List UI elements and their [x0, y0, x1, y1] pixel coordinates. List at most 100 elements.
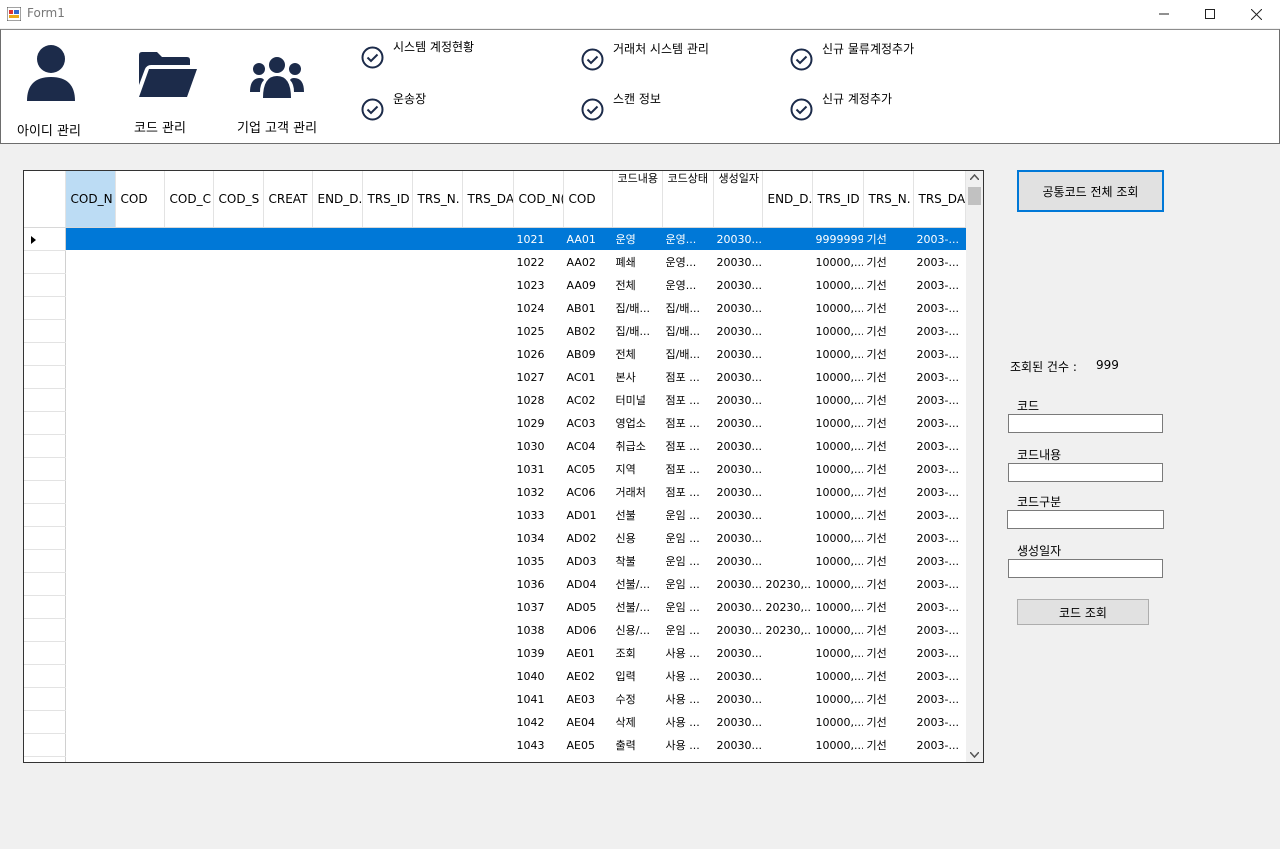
table-cell[interactable] — [362, 756, 413, 762]
column-header[interactable]: COD_N — [65, 171, 116, 228]
table-cell[interactable]: 기선 — [863, 710, 914, 734]
table-cell[interactable] — [213, 733, 264, 757]
table-cell[interactable]: 점포 ... — [662, 434, 714, 458]
table-cell[interactable]: 기선 — [863, 526, 914, 550]
table-cell[interactable] — [263, 549, 313, 573]
table-cell[interactable]: 10000,... — [812, 710, 864, 734]
table-cell[interactable]: 1033 — [513, 503, 564, 527]
table-cell[interactable] — [412, 549, 463, 573]
table-cell[interactable]: 지역 — [612, 457, 663, 481]
table-cell[interactable]: 점포 ... — [662, 411, 714, 435]
table-cell[interactable] — [662, 756, 714, 762]
table-cell[interactable]: 2003-... — [913, 388, 966, 412]
table-cell[interactable]: 10000,... — [812, 572, 864, 596]
table-cell[interactable] — [312, 572, 363, 596]
table-row[interactable] — [24, 756, 966, 762]
table-cell[interactable] — [115, 572, 165, 596]
check-new-account[interactable]: 신규 계정추가 — [790, 92, 892, 121]
table-cell[interactable] — [762, 687, 813, 711]
minimize-button[interactable] — [1141, 0, 1187, 28]
table-cell[interactable] — [263, 733, 313, 757]
table-cell[interactable]: 전체 — [612, 273, 663, 297]
table-cell[interactable]: 운임 ... — [662, 572, 714, 596]
table-cell[interactable] — [312, 733, 363, 757]
table-row[interactable]: 1026 AB09 전체 집/배... 20030... 10000,... 기선 2003-… — [24, 342, 966, 366]
table-cell[interactable]: 20030... — [713, 641, 763, 665]
table-cell[interactable]: 점포 ... — [662, 388, 714, 412]
table-cell[interactable] — [115, 227, 165, 251]
table-cell[interactable]: AC04 — [563, 434, 613, 458]
table-cell[interactable]: 1039 — [513, 641, 564, 665]
table-cell[interactable]: 1023 — [513, 273, 564, 297]
table-row[interactable]: 1036 AD04 선불/... 운임 ... 20030... 20230,... 100… — [24, 572, 966, 596]
column-header[interactable]: END_D. — [312, 171, 363, 228]
table-cell[interactable]: 취급소 — [612, 434, 663, 458]
row-header[interactable] — [24, 733, 66, 757]
table-cell[interactable]: 점포 ... — [662, 457, 714, 481]
table-cell[interactable]: 10000,... — [812, 250, 864, 274]
table-cell[interactable]: 10000,... — [812, 664, 864, 688]
table-cell[interactable] — [412, 411, 463, 435]
table-cell[interactable]: 20030... — [713, 227, 763, 251]
table-cell[interactable]: 20030... — [713, 434, 763, 458]
table-cell[interactable] — [213, 664, 264, 688]
scroll-down-icon[interactable] — [970, 752, 979, 758]
table-cell[interactable] — [263, 273, 313, 297]
table-cell[interactable]: 운영... — [662, 227, 714, 251]
table-cell[interactable] — [362, 526, 413, 550]
table-cell[interactable] — [164, 365, 214, 389]
column-header[interactable]: COD_N( — [513, 171, 564, 228]
table-cell[interactable]: 1041 — [513, 687, 564, 711]
table-cell[interactable]: 10000,... — [812, 549, 864, 573]
table-cell[interactable]: 2003-... — [913, 710, 966, 734]
table-cell[interactable] — [362, 365, 413, 389]
table-cell[interactable]: 1024 — [513, 296, 564, 320]
code-search-button[interactable]: 코드 조회 — [1017, 599, 1149, 625]
table-cell[interactable]: 1032 — [513, 480, 564, 504]
table-cell[interactable] — [462, 733, 514, 757]
table-cell[interactable] — [762, 503, 813, 527]
table-cell[interactable] — [312, 618, 363, 642]
table-cell[interactable] — [65, 687, 116, 711]
column-header[interactable]: CREAT — [263, 171, 313, 228]
table-cell[interactable]: AB01 — [563, 296, 613, 320]
table-cell[interactable] — [115, 549, 165, 573]
table-cell[interactable]: 20030... — [713, 457, 763, 481]
table-cell[interactable] — [115, 503, 165, 527]
table-cell[interactable]: 10000,... — [812, 641, 864, 665]
table-cell[interactable] — [164, 526, 214, 550]
column-header[interactable]: COD_C — [164, 171, 214, 228]
table-cell[interactable] — [164, 572, 214, 596]
table-cell[interactable]: 2003-... — [913, 411, 966, 435]
table-cell[interactable]: 10000,... — [812, 388, 864, 412]
table-cell[interactable]: 폐쇄 — [612, 250, 663, 274]
table-cell[interactable]: 20030... — [713, 687, 763, 711]
table-cell[interactable] — [115, 756, 165, 762]
table-cell[interactable] — [65, 411, 116, 435]
table-cell[interactable] — [213, 296, 264, 320]
table-cell[interactable] — [312, 549, 363, 573]
table-cell[interactable]: 1040 — [513, 664, 564, 688]
row-header[interactable] — [24, 365, 66, 389]
table-cell[interactable] — [812, 756, 864, 762]
table-cell[interactable] — [263, 595, 313, 619]
table-row[interactable]: 1033 AD01 선불 운임 ... 20030... 10000,... 기선 2003-… — [24, 503, 966, 527]
table-cell[interactable]: 운영... — [662, 273, 714, 297]
table-cell[interactable] — [115, 687, 165, 711]
table-cell[interactable]: 20030... — [713, 572, 763, 596]
table-cell[interactable] — [164, 595, 214, 619]
table-cell[interactable] — [762, 342, 813, 366]
table-cell[interactable] — [263, 756, 313, 762]
table-cell[interactable] — [563, 756, 613, 762]
table-cell[interactable]: AD02 — [563, 526, 613, 550]
table-row[interactable]: 1040 AE02 입력 사용 ... 20030... 10000,... 기선 2003-… — [24, 664, 966, 688]
row-header[interactable] — [24, 756, 66, 762]
table-cell[interactable] — [65, 365, 116, 389]
table-cell[interactable] — [462, 388, 514, 412]
table-cell[interactable] — [65, 664, 116, 688]
table-cell[interactable] — [213, 250, 264, 274]
table-cell[interactable] — [362, 572, 413, 596]
table-cell[interactable]: 20030... — [713, 296, 763, 320]
table-cell[interactable]: 사용 ... — [662, 687, 714, 711]
table-cell[interactable] — [362, 641, 413, 665]
